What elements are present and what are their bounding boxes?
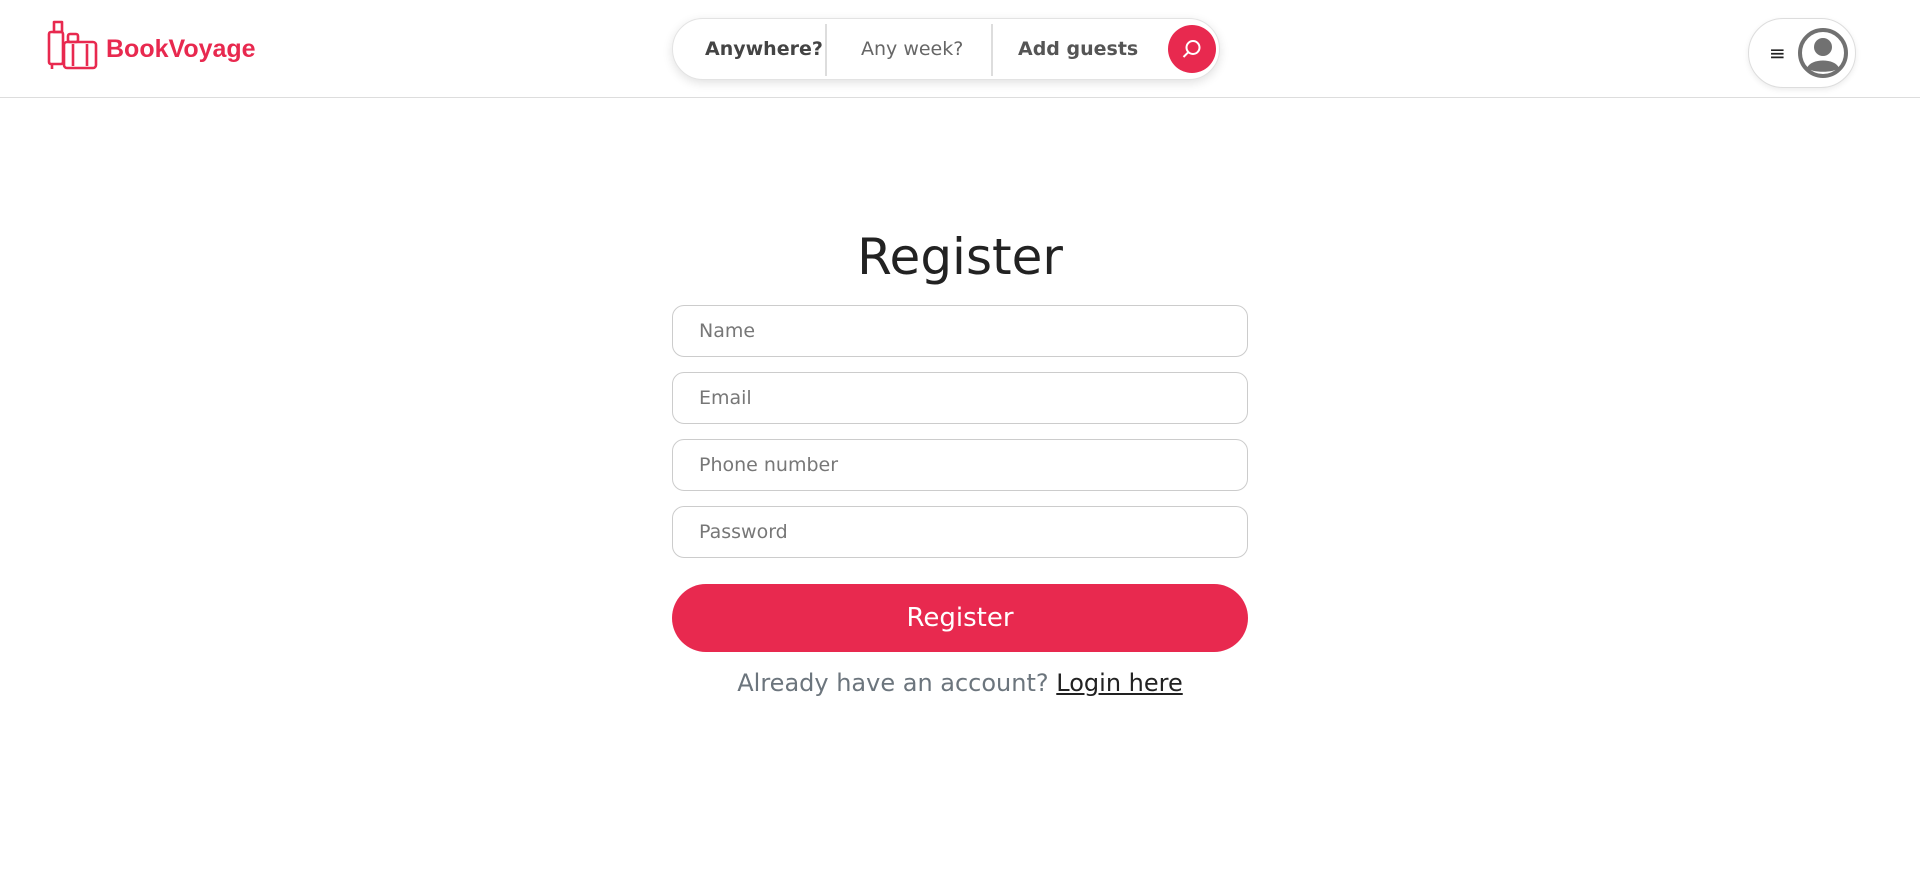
user-avatar-icon bbox=[1798, 28, 1848, 78]
luggage-icon bbox=[47, 20, 98, 70]
search-dates[interactable]: Any week? bbox=[861, 19, 963, 79]
email-input[interactable] bbox=[672, 372, 1248, 424]
login-prompt: Already have an account? Login here bbox=[0, 667, 1920, 699]
page-title: Register bbox=[857, 228, 1063, 286]
user-menu-button[interactable]: ≡ bbox=[1748, 18, 1856, 88]
hamburger-menu-icon: ≡ bbox=[1769, 41, 1786, 65]
brand-name: BookVoyage bbox=[106, 34, 256, 63]
login-prompt-text: Already have an account? bbox=[737, 669, 1049, 697]
search-location[interactable]: Anywhere? bbox=[705, 19, 823, 79]
brand-logo[interactable]: BookVoyage bbox=[46, 18, 256, 74]
search-icon bbox=[1182, 40, 1201, 58]
search-guests[interactable]: Add guests bbox=[1018, 19, 1138, 79]
login-link[interactable]: Login here bbox=[1056, 669, 1182, 697]
search-divider bbox=[991, 24, 993, 76]
password-input[interactable] bbox=[672, 506, 1248, 558]
search-divider bbox=[825, 24, 827, 76]
search-bar: Anywhere? Any week? Add guests bbox=[672, 18, 1220, 80]
register-button[interactable]: Register bbox=[672, 584, 1248, 652]
search-button[interactable] bbox=[1168, 25, 1216, 73]
name-input[interactable] bbox=[672, 305, 1248, 357]
phone-input[interactable] bbox=[672, 439, 1248, 491]
top-navbar: BookVoyage Anywhere? Any week? Add guest… bbox=[0, 0, 1920, 98]
